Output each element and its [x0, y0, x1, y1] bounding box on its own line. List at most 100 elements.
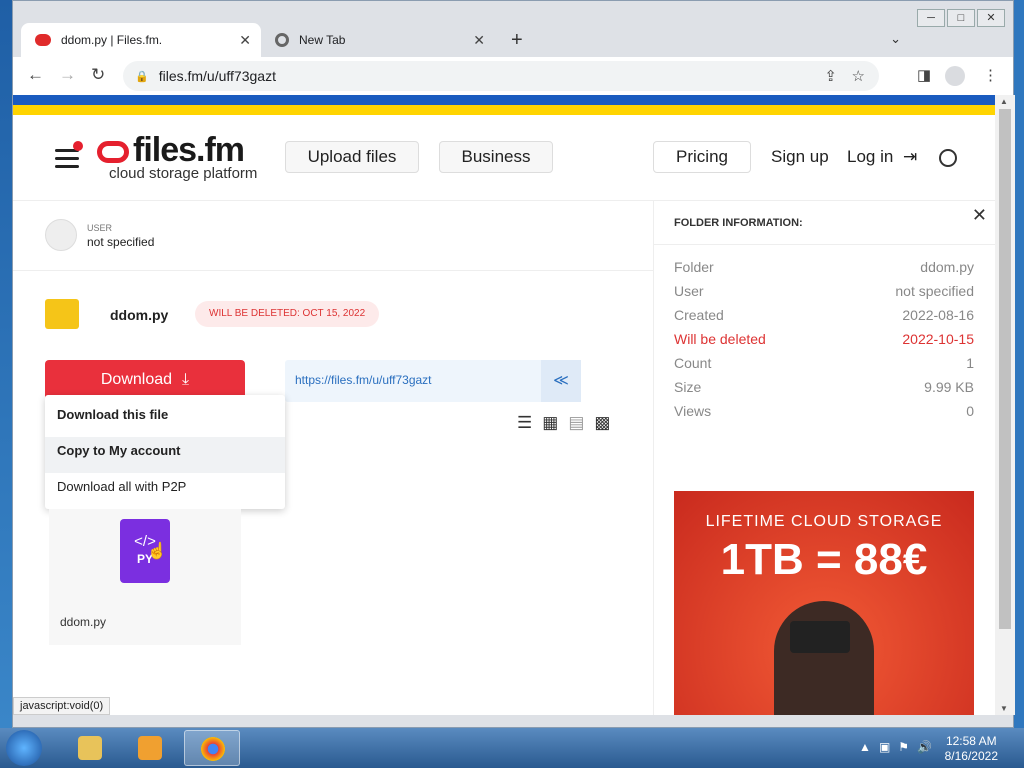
tab-new-tab[interactable]: New Tab ✕ [265, 23, 495, 57]
log-in-link[interactable]: Log in [847, 147, 893, 167]
info-row-value: ddom.py [920, 259, 974, 275]
download-this-file-item[interactable]: Download this file [45, 401, 285, 437]
windows-taskbar: ▲ ▣ ⚑ 🔊 12:58 AM 8/16/2022 [0, 728, 1024, 768]
ad-photo [774, 601, 874, 715]
desktop-left [0, 0, 12, 728]
info-row-value: 9.99 KB [924, 379, 974, 395]
tab-close-icon[interactable]: ✕ [473, 32, 485, 49]
close-window-button[interactable]: ✕ [977, 9, 1005, 27]
info-row-value: not specified [895, 283, 974, 299]
taskbar-media[interactable] [122, 730, 178, 766]
tab-title: ddom.py | Files.fm. [61, 33, 163, 47]
ad-camera [790, 621, 850, 653]
tab-close-icon[interactable]: ✕ [239, 32, 251, 49]
close-panel-icon[interactable]: ✕ [972, 205, 987, 226]
download-dropdown: Download this file Copy to My account Do… [45, 395, 285, 509]
share-url[interactable]: https://files.fm/u/uff73gazt [295, 373, 432, 387]
files-fm-logo[interactable]: files.fm cloud storage platform [97, 133, 257, 181]
info-row: Size 9.99 KB [674, 379, 974, 395]
business-button[interactable]: Business [439, 141, 553, 173]
browser-window: ─ □ ✕ ddom.py | Files.fm. ✕ New Tab ✕ + … [12, 0, 1015, 728]
window-controls: ─ □ ✕ [917, 9, 1005, 27]
share-link-box[interactable]: https://files.fm/u/uff73gazt ≪ [285, 360, 581, 402]
browser-menu-icon[interactable]: ⋮ [983, 66, 998, 84]
system-tray: ▲ ▣ ⚑ 🔊 [859, 740, 932, 754]
network-icon[interactable]: ▣ [879, 740, 890, 754]
storage-advert[interactable]: LIFETIME CLOUD STORAGE 1TB = 88€ [674, 491, 974, 715]
taskbar-chrome[interactable] [184, 730, 240, 766]
maximize-button[interactable]: □ [947, 9, 975, 27]
chrome-app-icon [201, 737, 225, 761]
taskbar-explorer[interactable] [62, 730, 118, 766]
date-text: 8/16/2022 [944, 749, 998, 763]
url-text[interactable]: files.fm/u/uff73gazt [159, 68, 276, 84]
tab-strip: ─ □ ✕ ddom.py | Files.fm. ✕ New Tab ✕ + … [13, 1, 1013, 57]
info-row-label: Folder [674, 259, 714, 275]
user-bar: USER not specified [13, 201, 653, 271]
hamburger-menu-icon[interactable] [55, 141, 83, 173]
lock-icon[interactable]: 🔒 [135, 70, 149, 83]
flag-icon[interactable]: ⚑ [898, 740, 909, 754]
pricing-button[interactable]: Pricing [653, 141, 751, 173]
new-tab-button[interactable]: + [511, 29, 523, 52]
info-row-label: Count [674, 355, 712, 371]
info-row: Views 0 [674, 403, 974, 419]
list-view-icon[interactable]: ☰ [517, 413, 532, 433]
copy-to-account-item[interactable]: Copy to My account [45, 437, 285, 473]
ad-line1: LIFETIME CLOUD STORAGE [705, 513, 943, 530]
share-page-icon[interactable]: ⇪ [824, 67, 837, 85]
download-label: Download [100, 371, 173, 388]
info-row-label: User [674, 283, 704, 299]
sign-up-link[interactable]: Sign up [771, 147, 829, 167]
grid-view-icon[interactable]: ▦ [542, 413, 558, 433]
back-button[interactable]: ← [27, 65, 44, 85]
share-icon[interactable]: ≪ [541, 360, 581, 402]
ukraine-flag-banner [13, 95, 995, 115]
user-label: USER [87, 223, 113, 233]
scroll-up-icon[interactable]: ▲ [1000, 97, 1008, 106]
tab-files-fm[interactable]: ddom.py | Files.fm. ✕ [21, 23, 261, 57]
globe-language-icon[interactable] [939, 149, 957, 167]
files-fm-favicon-icon [35, 34, 51, 46]
upload-files-button[interactable]: Upload files [285, 141, 419, 173]
logo-brand: files.fm [133, 131, 245, 169]
info-row-value: 2022-10-15 [902, 331, 974, 347]
ad-line2: 1TB = 88€ [720, 535, 928, 584]
bookmark-star-icon[interactable]: ☆ [852, 67, 865, 85]
download-icon: ⤓ [182, 371, 190, 388]
logo-subtitle: cloud storage platform [109, 165, 258, 182]
profile-avatar[interactable] [945, 66, 965, 86]
tray-arrow-icon[interactable]: ▲ [859, 740, 871, 754]
info-title: FOLDER INFORMATION: [654, 201, 995, 245]
media-player-icon [138, 736, 162, 760]
login-icon[interactable]: ⇥ [903, 147, 917, 167]
volume-icon[interactable]: 🔊 [917, 740, 932, 754]
download-p2p-item[interactable]: Download all with P2P [45, 473, 285, 509]
reload-button[interactable]: ↻ [91, 65, 105, 85]
site-header: files.fm cloud storage platform Upload f… [13, 115, 995, 201]
tile-view-icon[interactable]: ▤ [568, 413, 584, 433]
info-row-label: Size [674, 379, 702, 395]
tab-search-icon[interactable]: ⌄ [890, 31, 901, 47]
scroll-down-icon[interactable]: ▼ [1000, 704, 1008, 713]
file-card[interactable]: </> PY ddom.py [49, 509, 241, 645]
info-row-value: 0 [966, 403, 974, 419]
vertical-scrollbar[interactable]: ▲ ▼ [995, 95, 1015, 715]
side-panel-icon[interactable]: ◨ [917, 66, 931, 84]
folder-icon [45, 299, 79, 329]
folder-info-panel: FOLDER INFORMATION: ✕ Folder ddom.py User n… [653, 201, 995, 715]
info-row: Created 2022-08-16 [674, 307, 974, 323]
download-button[interactable]: Download ⤓ [45, 360, 245, 400]
clock[interactable]: 12:58 AM 8/16/2022 [945, 734, 998, 764]
minimize-button[interactable]: ─ [917, 9, 945, 27]
address-bar[interactable]: 🔒 files.fm/u/uff73gazt ⇪ ☆ [123, 61, 879, 91]
large-grid-view-icon[interactable]: ▩ [594, 413, 610, 433]
start-button[interactable] [6, 730, 42, 766]
cloud-logo-icon [97, 141, 129, 164]
forward-button[interactable]: → [59, 65, 76, 85]
info-row-value: 2022-08-16 [902, 307, 974, 323]
scrollbar-thumb[interactable] [999, 109, 1011, 629]
desktop-right [1014, 0, 1024, 728]
chrome-favicon-icon [275, 33, 289, 47]
file-name[interactable]: ddom.py [60, 615, 106, 629]
